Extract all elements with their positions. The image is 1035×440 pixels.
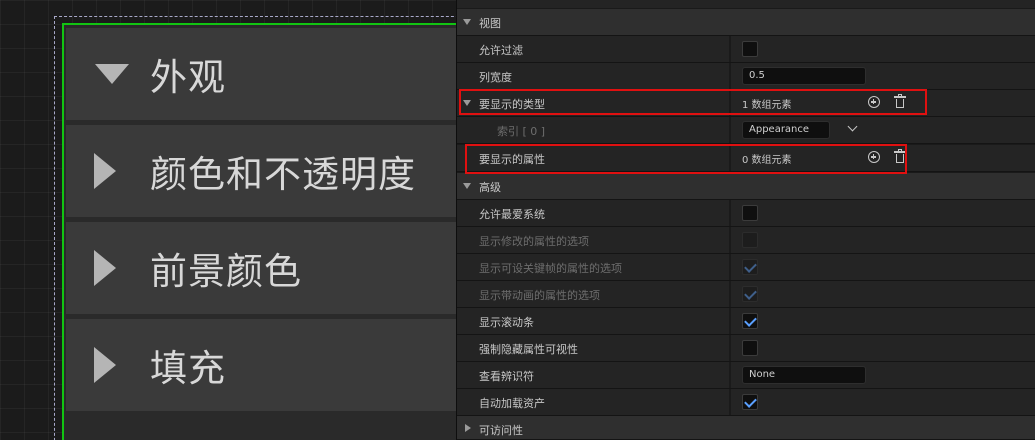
designer-canvas[interactable]: 外观 颜色和不透明度 前景颜色 填充 (0, 0, 456, 440)
category-appearance[interactable]: 外观 (66, 28, 456, 120)
property-label: 显示滚动条 (479, 316, 534, 329)
expand-caret-icon (463, 100, 471, 106)
property-label: 要显示的属性 (479, 153, 545, 166)
expand-arrow-icon (95, 64, 129, 84)
collapse-caret-icon (465, 424, 471, 432)
index-label: 索引 [ 0 ] (497, 125, 546, 138)
index-0-dropdown[interactable]: Appearance (742, 121, 830, 139)
row-force-hidden-visibility: 强制隐藏属性可视性 (457, 335, 1035, 362)
section-label: 可访问性 (479, 424, 523, 437)
row-show-animated: 显示带动画的属性的选项 (457, 281, 1035, 308)
collapse-arrow-icon (94, 250, 116, 286)
property-label: 要显示的类型 (479, 98, 545, 111)
category-label: 颜色和不透明度 (150, 153, 416, 196)
property-label: 允许过滤 (479, 44, 523, 57)
section-accessibility[interactable]: 可访问性 (457, 416, 1035, 440)
category-next-partial (66, 414, 456, 440)
row-show-keyable: 显示可设关键帧的属性的选项 (457, 254, 1035, 281)
column-width-input[interactable]: 0.5 (742, 67, 866, 85)
section-label: 视图 (479, 17, 501, 30)
row-types-to-show[interactable]: 要显示的类型 1 数组元素 (457, 90, 1035, 117)
row-properties-to-show: 要显示的属性 0 数组元素 (457, 145, 1035, 172)
allow-favorites-checkbox[interactable] (742, 205, 758, 221)
collapse-arrow-icon (94, 153, 116, 189)
show-scrollbar-checkbox[interactable] (742, 313, 758, 329)
trash-icon[interactable] (894, 94, 906, 109)
category-label: 外观 (150, 56, 226, 99)
category-padding[interactable]: 填充 (66, 319, 456, 411)
category-label: 填充 (150, 347, 226, 390)
property-label: 自动加载资产 (479, 397, 545, 410)
row-auto-load-assets: 自动加载资产 (457, 389, 1035, 416)
add-element-icon[interactable] (868, 151, 880, 163)
details-panel: 视图 允许过滤 列宽度 0.5 要显示的类型 1 数组元素 索引 [ 0 ] A… (456, 0, 1035, 440)
row-index-0: 索引 [ 0 ] Appearance (457, 117, 1035, 144)
property-label: 列宽度 (479, 71, 512, 84)
property-label: 查看辨识符 (479, 370, 534, 383)
collapse-arrow-icon (94, 347, 116, 383)
show-modified-checkbox (742, 232, 758, 248)
array-count: 0 数组元素 (742, 155, 792, 166)
allow-filter-checkbox[interactable] (742, 41, 758, 57)
force-hidden-visibility-checkbox[interactable] (742, 340, 758, 356)
section-advanced[interactable]: 高级 (457, 173, 1035, 200)
row-show-modified: 显示修改的属性的选项 (457, 227, 1035, 254)
auto-load-assets-checkbox[interactable] (742, 394, 758, 410)
property-label: 强制隐藏属性可视性 (479, 343, 578, 356)
show-keyable-checkbox (742, 259, 758, 275)
row-show-scrollbar: 显示滚动条 (457, 308, 1035, 335)
property-label: 显示可设关键帧的属性的选项 (479, 262, 622, 275)
row-view-identifier: 查看辨识符 None (457, 362, 1035, 389)
section-view[interactable]: 视图 (457, 9, 1035, 36)
row-allow-filter: 允许过滤 (457, 36, 1035, 63)
add-element-icon[interactable] (868, 96, 880, 108)
category-foreground-color[interactable]: 前景颜色 (66, 222, 456, 314)
expand-caret-icon (463, 19, 471, 25)
property-label: 显示带动画的属性的选项 (479, 289, 600, 302)
category-label: 前景颜色 (150, 250, 302, 293)
property-label: 显示修改的属性的选项 (479, 235, 589, 248)
panel-top-strip (457, 0, 1035, 8)
section-label: 高级 (479, 181, 501, 194)
category-color-opacity[interactable]: 颜色和不透明度 (66, 125, 456, 217)
trash-icon[interactable] (894, 149, 906, 164)
row-allow-favorites: 允许最爱系统 (457, 200, 1035, 227)
row-column-width: 列宽度 0.5 (457, 63, 1035, 90)
show-animated-checkbox (742, 286, 758, 302)
expand-caret-icon (463, 183, 471, 189)
property-label: 允许最爱系统 (479, 208, 545, 221)
array-count: 1 数组元素 (742, 100, 792, 111)
view-identifier-input[interactable]: None (742, 366, 866, 384)
